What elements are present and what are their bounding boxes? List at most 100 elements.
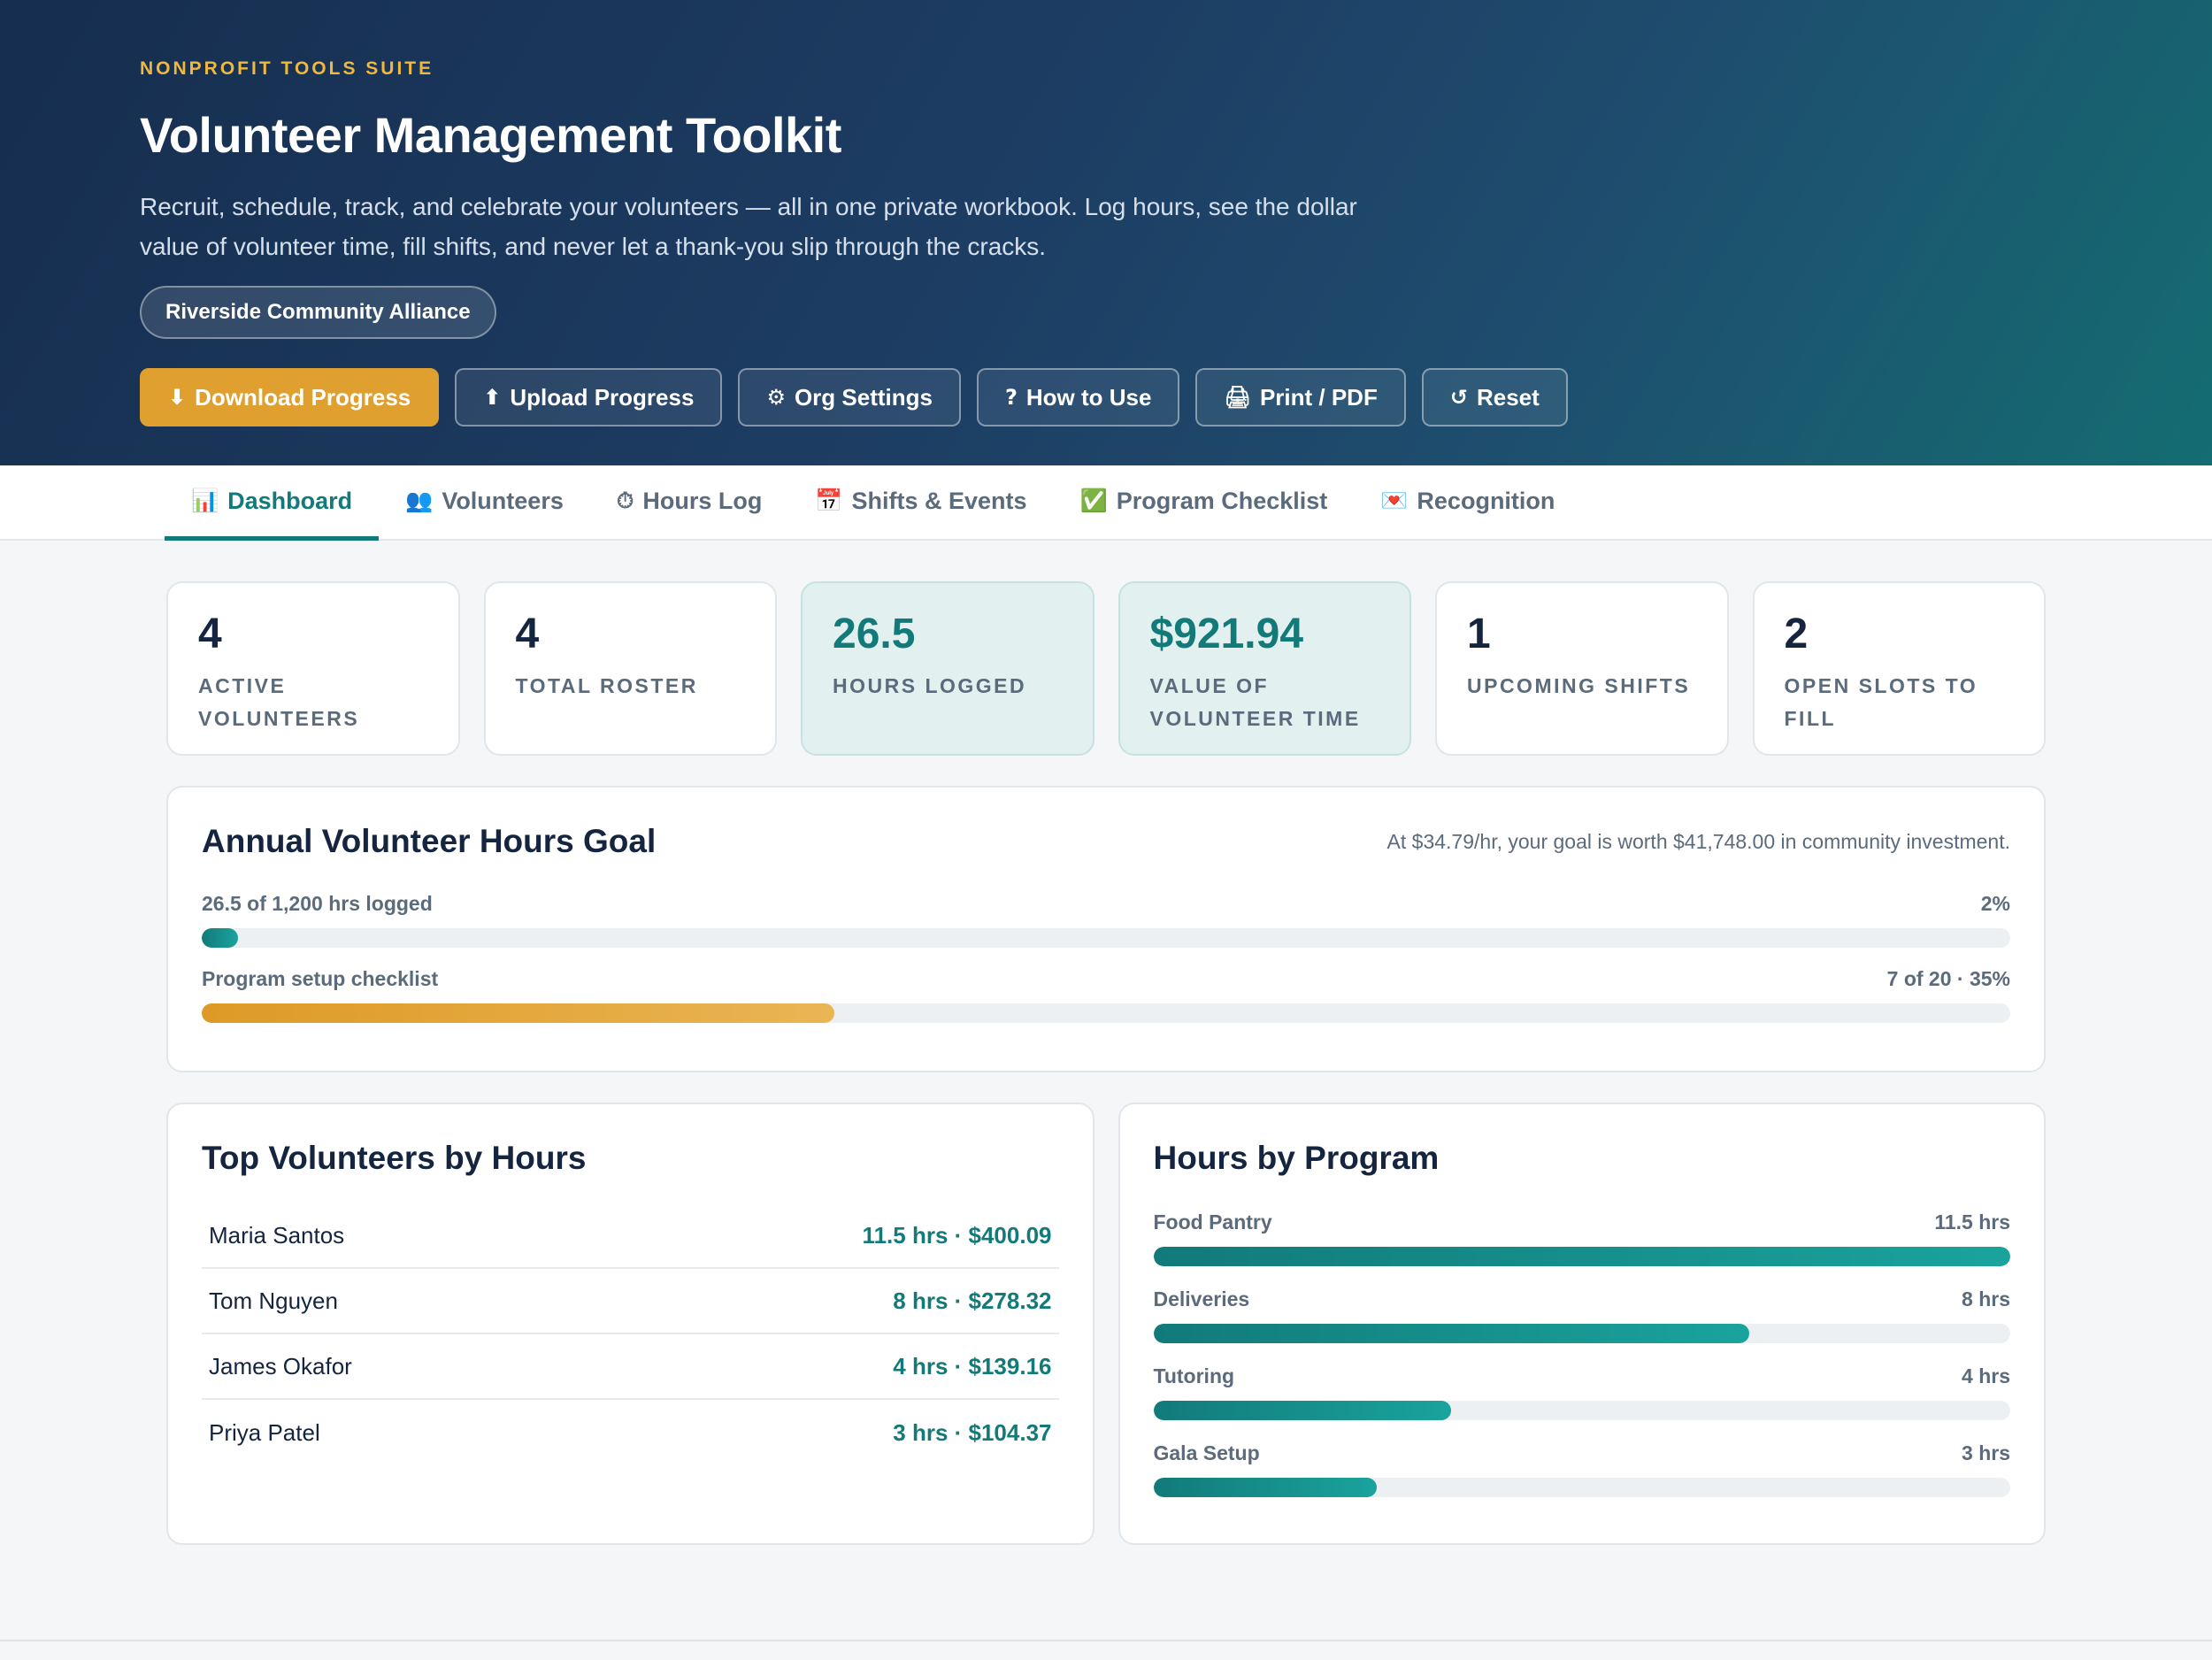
program-bar-track (1153, 1247, 2010, 1266)
download-progress-label: Download Progress (195, 383, 411, 411)
print-pdf-button[interactable]: 🖨 Print / PDF (1195, 368, 1406, 427)
upload-progress-button[interactable]: ⬆ Upload Progress (455, 368, 723, 427)
help-icon: ? (1004, 385, 1018, 410)
page-title: Volunteer Management Toolkit (140, 107, 841, 163)
stat-cards: 4 Active Volunteers 4 Total Roster 26.5 … (166, 581, 2046, 756)
list-item: Maria Santos 11.5 hrs · $400.09 (202, 1203, 1059, 1269)
stopwatch-icon: ⏱ (616, 488, 634, 513)
list-item: James Okafor 4 hrs · $139.16 (202, 1334, 1059, 1400)
program-bars: Food Pantry 11.5 hrs Deliveries 8 hrs Tu… (1153, 1210, 2010, 1497)
volunteer-name: Tom Nguyen (209, 1287, 338, 1314)
checklist-progress-fill (202, 1003, 835, 1023)
stat-label: Open Slots to Fill (1784, 674, 1978, 730)
checklist-progress-track (202, 1003, 2010, 1023)
hours-progress-track (202, 928, 2010, 948)
program-bar-fill (1153, 1247, 2010, 1266)
reset-button[interactable]: ↺ Reset (1421, 368, 1568, 427)
footer-divider (0, 1640, 2212, 1641)
volunteer-hours-value: 4 hrs · $139.16 (893, 1352, 1052, 1379)
program-bar-track (1153, 1478, 2010, 1497)
program-bar-fill (1153, 1401, 1452, 1420)
annual-goal-card: Annual Volunteer Hours Goal At $34.79/hr… (166, 786, 2046, 1072)
tab-shifts-events[interactable]: 📅 Shifts & Events (788, 465, 1053, 541)
gear-icon: ⚙ (766, 385, 786, 410)
page-description: Recruit, schedule, track, and celebrate … (140, 193, 1357, 260)
tab-recognition-label: Recognition (1417, 487, 1555, 514)
program-row: Gala Setup 3 hrs (1153, 1441, 2010, 1497)
hours-by-program-title: Hours by Program (1153, 1140, 1440, 1176)
program-name: Gala Setup (1153, 1441, 1260, 1464)
tab-volunteers[interactable]: 👥 Volunteers (379, 465, 590, 541)
calendar-icon: 📅 (815, 488, 843, 513)
reset-icon: ↺ (1449, 385, 1468, 410)
program-name: Food Pantry (1153, 1210, 1272, 1233)
main-tabs: 📊 Dashboard 👥 Volunteers ⏱ Hours Log 📅 S… (0, 465, 2212, 541)
how-to-use-label: How to Use (1025, 383, 1152, 411)
suite-eyebrow: NONPROFIT TOOLS SUITE (140, 58, 434, 79)
tab-hours-log[interactable]: ⏱ Hours Log (590, 465, 789, 541)
upload-progress-label: Upload Progress (510, 383, 695, 411)
tab-program-checklist[interactable]: ✅ Program Checklist (1054, 465, 1355, 541)
top-volunteers-card: Top Volunteers by Hours Maria Santos 11.… (166, 1103, 1094, 1545)
app-header: NONPROFIT TOOLS SUITE Volunteer Manageme… (0, 0, 2212, 465)
stat-value: 26.5 (833, 611, 916, 657)
tab-dashboard[interactable]: 📊 Dashboard (165, 465, 380, 541)
tab-hours-log-label: Hours Log (642, 487, 763, 514)
checkmark-icon: ✅ (1079, 488, 1108, 513)
download-progress-button[interactable]: ⬇ Download Progress (140, 368, 440, 427)
volunteer-name: Priya Patel (209, 1418, 320, 1446)
program-hours: 4 hrs (1962, 1364, 2010, 1387)
list-item: Priya Patel 3 hrs · $104.37 (202, 1400, 1059, 1465)
program-row: Food Pantry 11.5 hrs (1153, 1210, 2010, 1266)
stat-label: Active Volunteers (198, 674, 360, 730)
volunteer-name: Maria Santos (209, 1221, 345, 1249)
stat-total-roster: 4 Total Roster (483, 581, 777, 756)
print-pdf-label: Print / PDF (1259, 383, 1378, 411)
program-name: Tutoring (1153, 1364, 1235, 1387)
header-actions: ⬇ Download Progress ⬆ Upload Progress ⚙ … (140, 368, 2072, 427)
hours-progress-fill (202, 928, 238, 948)
program-name: Deliveries (1153, 1287, 1250, 1310)
tab-recognition[interactable]: 💌 Recognition (1354, 465, 1581, 541)
org-settings-label: Org Settings (794, 383, 933, 411)
list-item: Tom Nguyen 8 hrs · $278.32 (202, 1269, 1059, 1334)
tab-dashboard-label: Dashboard (227, 487, 353, 514)
volunteer-hours-value: 11.5 hrs · $400.09 (862, 1221, 1052, 1249)
program-hours: 8 hrs (1962, 1287, 2010, 1310)
stat-value: $921.94 (1149, 611, 1304, 657)
program-row: Deliveries 8 hrs (1153, 1287, 2010, 1343)
program-bar-track (1153, 1324, 2010, 1343)
program-hours: 3 hrs (1962, 1441, 2010, 1464)
org-settings-button[interactable]: ⚙ Org Settings (738, 368, 961, 427)
hours-progress-label: 26.5 of 1,200 hrs logged (202, 892, 433, 915)
top-volunteers-list: Maria Santos 11.5 hrs · $400.09 Tom Nguy… (202, 1203, 1059, 1465)
program-row: Tutoring 4 hrs (1153, 1364, 2010, 1420)
printer-icon: 🖨 (1224, 385, 1251, 410)
how-to-use-button[interactable]: ? How to Use (976, 368, 1180, 427)
stat-value: 4 (515, 611, 540, 657)
stat-label: Hours Logged (833, 674, 1027, 697)
hours-progress-percent: 2% (1980, 892, 2010, 915)
love-letter-icon: 💌 (1380, 488, 1409, 513)
checklist-progress-count: 7 of 20 · 35% (1886, 967, 2010, 990)
tab-shifts-events-label: Shifts & Events (851, 487, 1027, 514)
program-bar-fill (1153, 1478, 1378, 1497)
stat-value: 2 (1784, 611, 1809, 657)
stat-upcoming-shifts: 1 Upcoming Shifts (1435, 581, 1729, 756)
annual-goal-title: Annual Volunteer Hours Goal (202, 823, 657, 859)
stat-value: 4 (198, 611, 222, 657)
download-icon: ⬇ (168, 385, 187, 410)
dashboard-content: 4 Active Volunteers 4 Total Roster 26.5 … (0, 541, 2212, 1545)
checklist-progress-label: Program setup checklist (202, 967, 439, 990)
people-icon: 👥 (405, 488, 434, 513)
volunteer-hours-value: 3 hrs · $104.37 (893, 1418, 1052, 1446)
reset-label: Reset (1476, 383, 1540, 411)
volunteer-hours-value: 8 hrs · $278.32 (893, 1287, 1052, 1314)
upload-icon: ⬆ (483, 385, 502, 410)
stat-active-volunteers: 4 Active Volunteers (166, 581, 460, 756)
program-hours: 11.5 hrs (1934, 1210, 2010, 1233)
stat-volunteer-time-value: $921.94 Value of Volunteer Time (1118, 581, 1411, 756)
program-bar-fill (1153, 1324, 1750, 1343)
stat-label: Upcoming Shifts (1467, 674, 1691, 697)
stat-label: Value of Volunteer Time (1149, 674, 1361, 730)
